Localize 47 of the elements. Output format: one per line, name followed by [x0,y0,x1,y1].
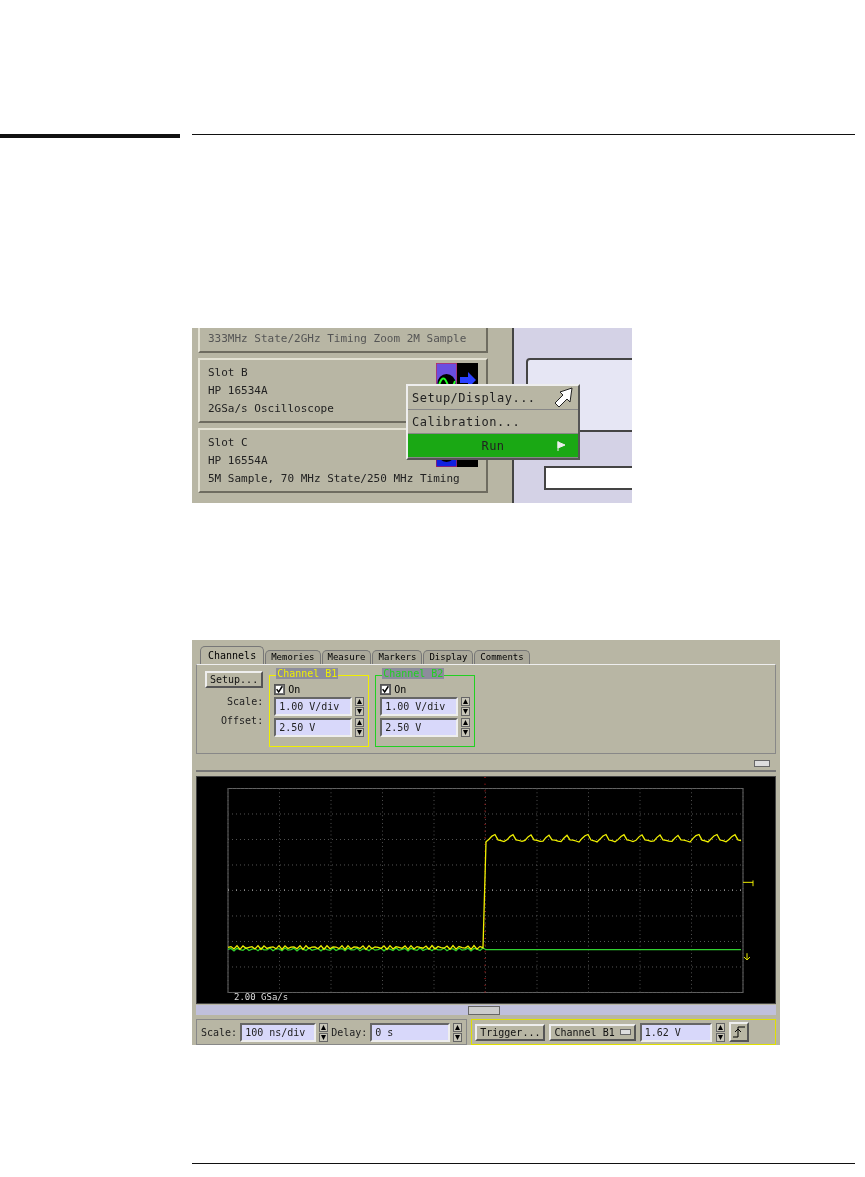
module-text: 2GSa/s Oscilloscope [208,402,334,415]
module-text: HP 16534A [208,384,268,397]
splitter-handle[interactable] [754,760,770,767]
group-title: Channel B1 [276,668,339,679]
field-label: Delay: [331,1026,368,1038]
module-text: 333MHz State/2GHz Timing Zoom 2M Sample [208,332,467,345]
scrollbar[interactable] [196,1005,776,1015]
tab[interactable]: Markers [372,650,423,664]
input-field[interactable]: 100 ns/div [240,1022,317,1042]
spin-arrows-icon[interactable] [461,697,471,716]
input-field[interactable]: 1.00 V/div [380,697,459,716]
module-text: Slot B [208,366,248,379]
flag-icon [557,440,566,451]
input-field[interactable]: 0 s [370,1022,451,1042]
sample-rate-label: 2.00 GSa/s [234,993,289,1002]
rising-edge-icon[interactable] [728,1022,749,1042]
field-label: Scale: [227,696,264,707]
checkbox-label: On [394,684,407,695]
source-dropdown[interactable]: Channel B1 [549,1023,636,1041]
module-text: 5M Sample, 70 MHz State/250 MHz Timing [208,472,460,485]
field-label: Scale: [201,1026,238,1038]
checkbox[interactable] [380,684,392,695]
tab[interactable]: Measure [321,650,372,664]
group-title: Channel B2 [382,668,445,679]
checkbox[interactable] [274,684,286,695]
input-field[interactable]: 2.50 V [274,718,353,737]
tab[interactable]: Channels [200,646,265,664]
setup-button[interactable]: Setup... [205,671,264,688]
tab[interactable]: Display [423,650,474,664]
spin-arrows-icon[interactable] [461,718,471,737]
module-card[interactable]: 333MHz State/2GHz Timing Zoom 2M Sample [198,328,488,353]
spin-arrows-icon[interactable] [453,1022,463,1042]
pointer-icon [554,387,574,409]
input-field[interactable]: 1.62 V [639,1022,712,1042]
tab[interactable]: Memories [265,650,321,664]
spin-arrows-icon[interactable] [355,718,365,737]
tab[interactable]: Comments [474,650,530,664]
trigger-button[interactable]: Trigger... [475,1023,546,1041]
spin-arrows-icon[interactable] [715,1022,725,1042]
input-field[interactable]: 1.00 V/div [274,697,353,716]
spin-arrows-icon[interactable] [355,697,365,716]
field-label: Offset: [221,715,264,726]
module-text: Slot C [208,436,248,449]
input-field[interactable]: 2.50 V [380,718,459,737]
checkbox-label: On [288,684,301,695]
menu-item[interactable]: Run [408,434,578,458]
spin-arrows-icon[interactable] [319,1022,329,1042]
